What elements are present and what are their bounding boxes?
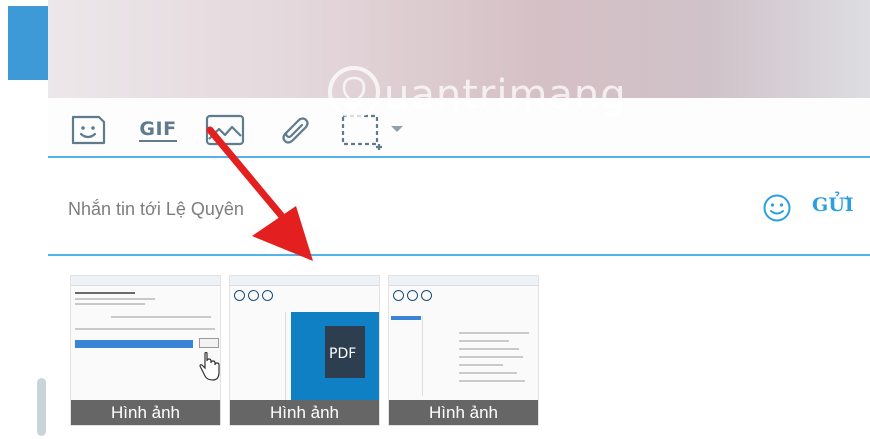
left-scrollbar[interactable]	[37, 378, 46, 436]
left-accent-block	[8, 6, 48, 80]
image-icon	[205, 114, 245, 146]
composer-toolbar: GIF	[48, 98, 870, 158]
emoji-icon[interactable]	[762, 193, 792, 223]
message-input[interactable]	[68, 194, 668, 224]
pdf-anti-copy-logo: PDF	[291, 312, 379, 400]
thumbnail-window-bar	[71, 276, 220, 286]
thumbnail-window-bar	[389, 276, 538, 286]
gif-button[interactable]: GIF	[136, 112, 180, 148]
thumbnail-caption: Hình ảnh	[71, 400, 220, 425]
thumbnail-caption: Hình ảnh	[389, 400, 538, 425]
thumbnail-toolbar-icons	[234, 290, 294, 304]
thumbnail-window-bar	[230, 276, 379, 286]
hand-cursor-icon	[199, 352, 220, 381]
attach-file-button[interactable]	[274, 112, 314, 148]
thumbnail-toolbar-icons	[393, 290, 453, 304]
chevron-down-icon	[391, 126, 403, 132]
screenshot-button[interactable]	[338, 112, 406, 150]
screenshot-crop-icon	[341, 114, 403, 150]
message-input-row: GỬI	[48, 160, 870, 256]
left-panel-strip	[0, 0, 48, 439]
attachment-thumbnail-2[interactable]: PDF Hình ảnh	[229, 275, 380, 426]
attachment-thumbnail-3[interactable]: Hình ảnh	[388, 275, 539, 426]
sticker-icon	[71, 115, 106, 145]
attachment-thumbnails: Hình ảnh PDF Hình ảnh Hình ảnh	[48, 258, 870, 439]
image-button[interactable]	[204, 112, 246, 148]
send-button[interactable]: GỬI	[812, 194, 854, 216]
paperclip-icon	[282, 117, 309, 144]
chat-header-banner	[48, 0, 870, 98]
gif-icon: GIF	[139, 117, 177, 142]
thumbnail-caption: Hình ảnh	[230, 400, 379, 425]
sticker-button[interactable]	[68, 112, 108, 148]
attachment-thumbnail-1[interactable]: Hình ảnh	[70, 275, 221, 426]
